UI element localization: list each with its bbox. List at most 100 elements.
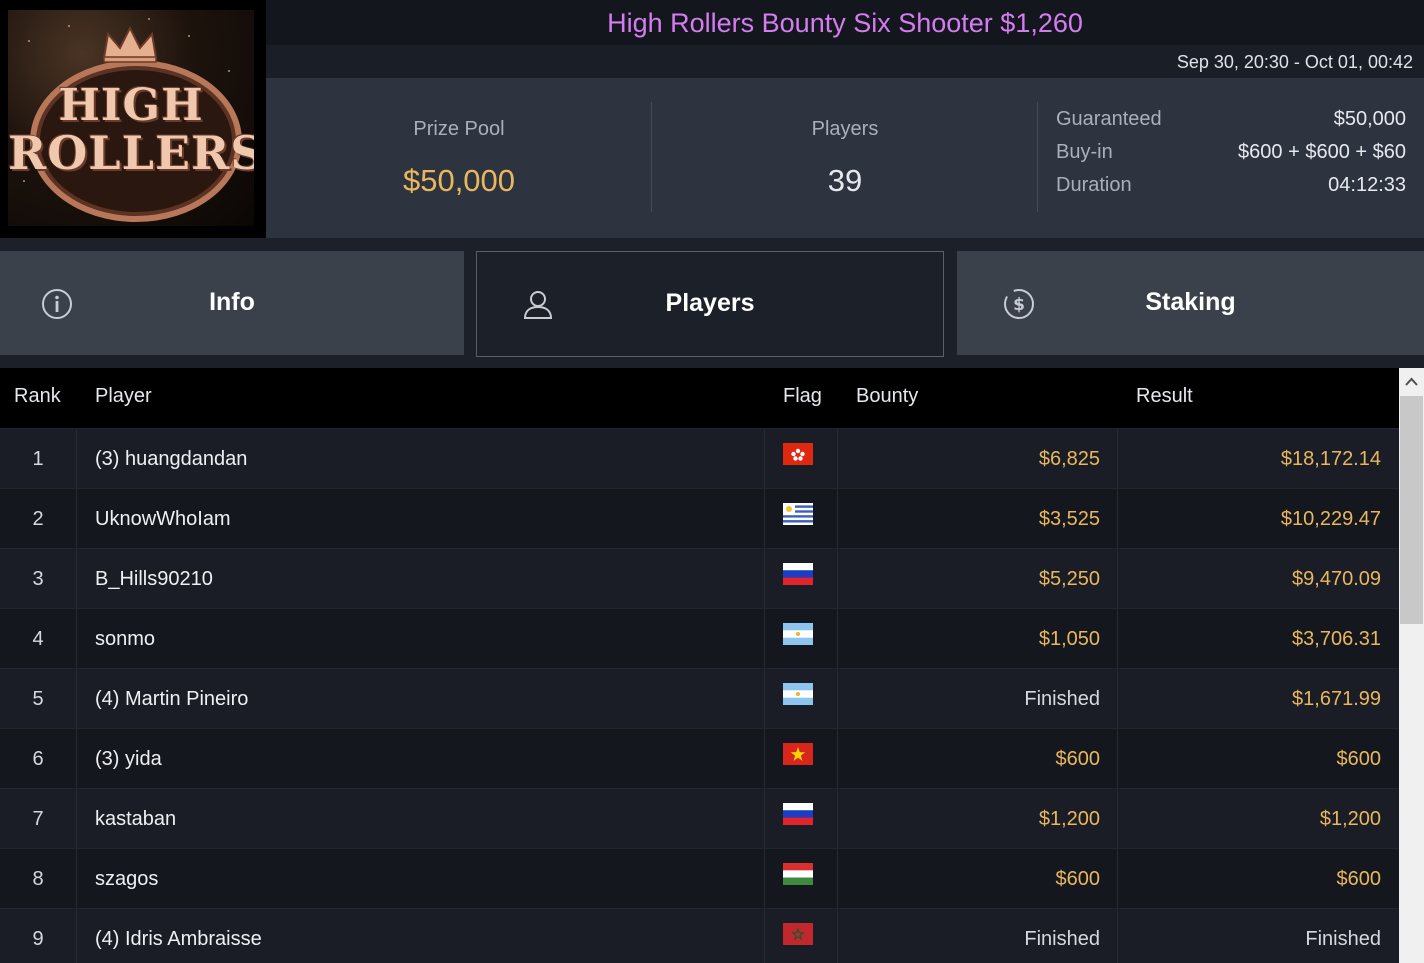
table-row[interactable]: 3 B_Hills90210 $5,250 $9,470.09 xyxy=(0,548,1399,609)
tab-info[interactable]: Info xyxy=(0,251,464,355)
flag-morocco-icon xyxy=(783,923,813,945)
flag-russia-icon xyxy=(783,563,813,585)
column-divider xyxy=(837,609,838,669)
col-player-header[interactable]: Player xyxy=(95,385,152,408)
bounty-cell: $3,525 xyxy=(1038,508,1100,530)
player-name-cell[interactable]: UknowWhoIam xyxy=(95,489,231,549)
col-flag-header[interactable]: Flag xyxy=(783,385,822,408)
table-row[interactable]: 2 UknowWhoIam $3,525 $10,229.47 xyxy=(0,488,1399,549)
flag-cell xyxy=(783,923,813,945)
table-row[interactable]: 8 szagos $600 $600 xyxy=(0,848,1399,909)
rank-cell: 6 xyxy=(32,748,44,770)
flag-vietnam-icon xyxy=(783,743,813,765)
tournament-title: High Rollers Bounty Six Shooter $1,260 xyxy=(266,0,1424,45)
result-cell: $1,671.99 xyxy=(1292,688,1381,710)
tab-players-label: Players xyxy=(665,289,755,317)
tab-staking[interactable]: $ Staking xyxy=(957,251,1424,355)
column-divider xyxy=(837,789,838,849)
guaranteed-row: Guaranteed $50,000 xyxy=(1056,108,1406,141)
column-divider xyxy=(764,849,765,909)
tournament-date-range: Sep 30, 20:30 - Oct 01, 00:42 xyxy=(1176,52,1413,72)
column-divider xyxy=(764,609,765,669)
column-divider xyxy=(837,729,838,789)
players-stat: Players 39 xyxy=(652,78,1038,238)
tab-players[interactable]: Players xyxy=(476,251,944,357)
result-cell: $9,470.09 xyxy=(1292,568,1381,590)
flag-cell xyxy=(783,443,813,465)
result-cell: $18,172.14 xyxy=(1280,448,1381,470)
column-divider xyxy=(76,669,77,729)
result-cell: $10,229.47 xyxy=(1280,508,1381,530)
column-divider xyxy=(76,909,77,963)
vertical-scrollbar[interactable] xyxy=(1399,368,1424,963)
player-name-cell[interactable]: (3) yida xyxy=(95,729,162,789)
column-divider xyxy=(76,729,77,789)
column-divider xyxy=(837,429,838,489)
result-cell: $600 xyxy=(1336,748,1382,770)
column-divider xyxy=(1117,789,1118,849)
rank-cell: 9 xyxy=(32,928,44,950)
rank-cell: 5 xyxy=(32,688,44,710)
bounty-cell: $5,250 xyxy=(1038,568,1100,590)
scroll-up-arrow-icon[interactable] xyxy=(1399,368,1424,396)
scrollbar-thumb[interactable] xyxy=(1400,396,1423,624)
table-header: Rank Player Flag Bounty Result xyxy=(0,368,1399,428)
player-name-cell[interactable]: B_Hills90210 xyxy=(95,549,213,609)
column-divider xyxy=(837,849,838,909)
column-divider xyxy=(1117,729,1118,789)
table-row[interactable]: 7 kastaban $1,200 $1,200 xyxy=(0,788,1399,849)
column-divider xyxy=(76,849,77,909)
bounty-cell: Finished xyxy=(1024,928,1100,950)
table-row[interactable]: 6 (3) yida $600 $600 xyxy=(0,728,1399,789)
date-bar: Sep 30, 20:30 - Oct 01, 00:42 xyxy=(266,45,1424,78)
players-table: Rank Player Flag Bounty Result 1 (3) huan… xyxy=(0,368,1399,963)
table-row[interactable]: 9 (4) Idris Ambraisse Finished Finished xyxy=(0,908,1399,963)
flag-cell xyxy=(783,743,813,765)
bounty-cell: Finished xyxy=(1024,688,1100,710)
player-name-cell[interactable]: (4) Martin Pineiro xyxy=(95,669,248,729)
divider xyxy=(1037,102,1038,212)
player-name-cell[interactable]: (3) huangdandan xyxy=(95,429,247,489)
column-divider xyxy=(764,489,765,549)
result-cell: Finished xyxy=(1305,928,1381,950)
table-row[interactable]: 1 (3) huangdandan $6,825 $18,172.14 xyxy=(0,428,1399,489)
player-name-cell[interactable]: sonmo xyxy=(95,609,155,669)
flag-cell xyxy=(783,803,813,825)
column-divider xyxy=(764,549,765,609)
logo-artwork: HIGH ROLLERS xyxy=(8,10,254,226)
tournament-details: Guaranteed $50,000 Buy-in $600 + $600 + … xyxy=(1056,108,1406,207)
tab-bar: Info Players $ Staking xyxy=(0,238,1424,368)
flag-cell xyxy=(783,563,813,585)
flag-argentina-icon xyxy=(783,683,813,705)
bounty-cell: $6,825 xyxy=(1038,448,1100,470)
prize-pool-value: $50,000 xyxy=(402,163,516,198)
tab-info-label: Info xyxy=(209,288,255,316)
column-divider xyxy=(1117,669,1118,729)
result-cell: $600 xyxy=(1336,868,1382,890)
table-body: 1 (3) huangdandan $6,825 $18,172.14 2 UknowWh… xyxy=(0,428,1399,963)
flag-argentina-icon xyxy=(783,623,813,645)
column-divider xyxy=(764,429,765,489)
col-result-header[interactable]: Result xyxy=(1136,385,1193,408)
table-row[interactable]: 5 (4) Martin Pineiro Finished $1,671.99 xyxy=(0,668,1399,729)
player-name-cell[interactable]: kastaban xyxy=(95,789,176,849)
column-divider xyxy=(76,549,77,609)
guaranteed-value: $50,000 xyxy=(1333,108,1406,130)
prize-pool-stat: Prize Pool $50,000 xyxy=(266,78,652,238)
player-name-cell[interactable]: (4) Idris Ambraisse xyxy=(95,909,262,963)
player-name-cell[interactable]: szagos xyxy=(95,849,158,909)
duration-label: Duration xyxy=(1056,174,1132,196)
table-row[interactable]: 4 sonmo $1,050 $3,706.31 xyxy=(0,608,1399,669)
column-divider xyxy=(76,489,77,549)
players-value: 39 xyxy=(827,163,863,198)
prize-pool-label: Prize Pool xyxy=(413,118,505,140)
crown-icon xyxy=(102,25,158,63)
stats-panel: Prize Pool $50,000 Players 39 Guaranteed… xyxy=(266,78,1424,238)
rank-cell: 1 xyxy=(32,448,44,470)
column-divider xyxy=(837,489,838,549)
rank-cell: 3 xyxy=(32,568,44,590)
col-rank-header[interactable]: Rank xyxy=(14,385,61,408)
column-divider xyxy=(1117,849,1118,909)
rank-cell: 7 xyxy=(32,808,44,830)
col-bounty-header[interactable]: Bounty xyxy=(856,385,918,408)
